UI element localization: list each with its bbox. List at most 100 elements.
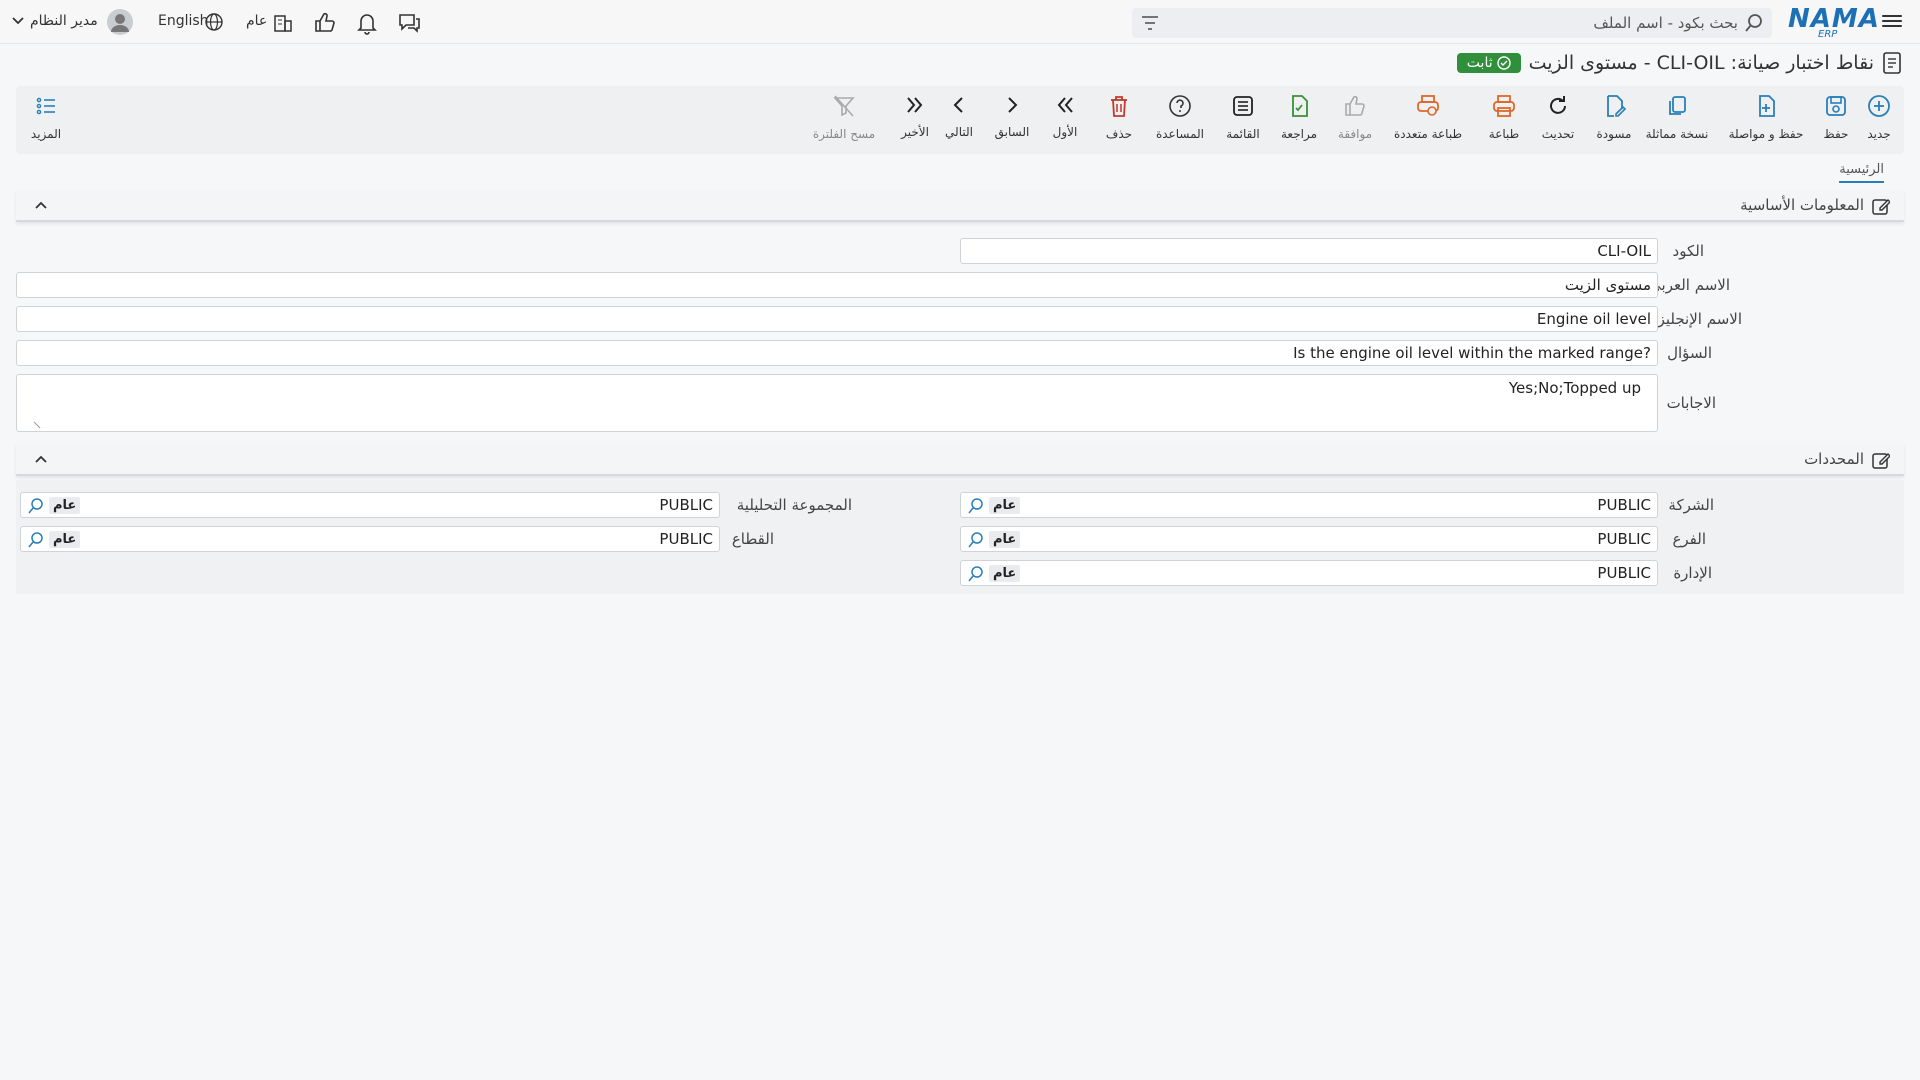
analysis-group-lookup[interactable]: PUBLIC عام xyxy=(20,492,720,518)
document-icon xyxy=(1883,52,1901,74)
answers-textarea[interactable]: Yes;No;Topped up xyxy=(16,374,1658,432)
search-icon xyxy=(1745,14,1762,32)
next-label: التالي xyxy=(945,125,973,139)
approve-button[interactable]: موافقة xyxy=(1334,94,1376,142)
list-button[interactable]: القائمة xyxy=(1222,94,1264,142)
previous-label: السابق xyxy=(994,125,1030,139)
status-badge-label: ثابت xyxy=(1466,55,1493,71)
previous-button[interactable]: السابق xyxy=(992,94,1032,140)
thumbs-up-icon[interactable] xyxy=(312,10,338,36)
sector-value: PUBLIC xyxy=(659,530,713,548)
clear-filter-button[interactable]: مسح الفلترة xyxy=(812,94,876,142)
multi-printer-icon xyxy=(1417,95,1439,116)
arabic-name-field[interactable]: مستوى الزيت xyxy=(16,272,1658,298)
chevron-up-icon[interactable] xyxy=(34,200,48,210)
department-tag: عام xyxy=(989,565,1021,582)
bell-icon[interactable] xyxy=(354,10,380,36)
sector-tag: عام xyxy=(49,531,81,548)
sector-label: القطاع xyxy=(731,530,774,548)
filter-icon[interactable] xyxy=(1140,14,1160,32)
analysis-group-value: PUBLIC xyxy=(659,496,713,514)
tabs: الرئيسية xyxy=(16,156,1904,186)
delete-label: حذف xyxy=(1105,127,1133,141)
lookup-search-icon[interactable] xyxy=(27,497,45,515)
resize-grip-icon[interactable] xyxy=(33,421,41,429)
building-icon[interactable] xyxy=(270,10,296,36)
search-box[interactable]: بحث بكود - اسم الملف xyxy=(1132,8,1772,38)
list-icon xyxy=(1233,96,1253,116)
branch-tag: عام xyxy=(989,531,1021,548)
dimensions-header[interactable]: المحددات xyxy=(16,444,1904,476)
tab-home[interactable]: الرئيسية xyxy=(1839,162,1884,183)
menu-icon[interactable] xyxy=(1882,12,1902,30)
top-bar: NAMA ERP بحث بكود - اسم الملف عام Englis… xyxy=(0,0,1920,44)
arabic-name-label: الاسم العربي xyxy=(1649,276,1730,294)
chevron-down-icon[interactable] xyxy=(12,16,24,26)
lookup-search-icon[interactable] xyxy=(967,531,985,549)
draft-button[interactable]: مسودة xyxy=(1592,94,1636,142)
last-button[interactable]: الأخير xyxy=(898,94,932,140)
english-name-field[interactable]: Engine oil level xyxy=(16,306,1658,332)
chevron-left-icon xyxy=(953,97,963,113)
code-field[interactable]: CLI-OIL xyxy=(960,238,1658,264)
save-continue-button[interactable]: حفظ و مواصلة xyxy=(1726,94,1806,142)
avatar[interactable] xyxy=(106,8,134,36)
review-button[interactable]: مراجعة xyxy=(1278,94,1320,142)
clear-filter-label: مسح الفلترة xyxy=(812,127,876,141)
delete-button[interactable]: حذف xyxy=(1102,94,1136,142)
lookup-search-icon[interactable] xyxy=(967,497,985,515)
status-badge: ثابت xyxy=(1456,53,1521,73)
user-menu[interactable]: مدير النظام xyxy=(30,13,98,29)
basic-info-header[interactable]: المعلومات الأساسية xyxy=(16,190,1904,222)
lookup-search-icon[interactable] xyxy=(967,565,985,583)
last-label: الأخير xyxy=(901,125,929,139)
logo-sub: ERP xyxy=(1818,29,1838,40)
language-switch[interactable]: English xyxy=(158,13,209,29)
department-lookup[interactable]: PUBLIC عام xyxy=(960,560,1658,586)
chevrons-double-icon xyxy=(1057,97,1073,113)
company-lookup[interactable]: PUBLIC عام xyxy=(960,492,1658,518)
analysis-group-tag: عام xyxy=(49,497,81,514)
chevron-up-icon[interactable] xyxy=(34,454,48,464)
refresh-label: تحديث xyxy=(1541,127,1575,141)
logo[interactable]: NAMA ERP xyxy=(1788,4,1879,40)
company-label: الشركة xyxy=(1668,496,1714,514)
chat-icon[interactable] xyxy=(396,10,422,36)
save-button[interactable]: حفظ xyxy=(1816,94,1856,142)
help-icon xyxy=(1169,95,1191,117)
duplicate-button[interactable]: نسخة مماثلة xyxy=(1644,94,1710,142)
copy-icon xyxy=(1669,96,1686,115)
duplicate-label: نسخة مماثلة xyxy=(1645,127,1709,141)
more-label: المزيد xyxy=(30,127,62,141)
file-check-icon xyxy=(1292,95,1308,117)
help-label: المساعدة xyxy=(1155,127,1205,141)
print-button[interactable]: طباعة xyxy=(1484,94,1524,142)
file-plus-icon xyxy=(1759,95,1775,117)
analysis-group-label: المجموعة التحليلية xyxy=(736,496,852,514)
new-button[interactable]: جديد xyxy=(1856,94,1902,142)
answers-value: Yes;No;Topped up xyxy=(1508,379,1641,397)
english-name-label: الاسم الإنجليزي xyxy=(1645,310,1742,328)
more-button[interactable]: المزيد xyxy=(26,94,66,142)
branch-lookup[interactable]: PUBLIC عام xyxy=(960,526,1658,552)
approve-label: موافقة xyxy=(1337,127,1373,141)
first-button[interactable]: الأول xyxy=(1048,94,1082,140)
review-label: مراجعة xyxy=(1280,127,1318,141)
refresh-button[interactable]: تحديث xyxy=(1538,94,1578,142)
new-label: جديد xyxy=(1867,127,1891,141)
help-button[interactable]: المساعدة xyxy=(1152,94,1208,142)
multi-print-button[interactable]: طباعة متعددة xyxy=(1390,94,1466,142)
question-field[interactable]: Is the engine oil level within the marke… xyxy=(16,340,1658,366)
branch-label: الفرع xyxy=(1672,530,1706,548)
next-button[interactable]: التالي xyxy=(942,94,976,140)
check-circle-icon xyxy=(1496,56,1511,70)
code-label: الكود xyxy=(1672,242,1704,260)
printer-icon xyxy=(1493,95,1515,117)
search-input[interactable]: بحث بكود - اسم الملف xyxy=(1593,14,1738,32)
sector-lookup[interactable]: PUBLIC عام xyxy=(20,526,720,552)
draft-label: مسودة xyxy=(1596,127,1632,141)
public-label[interactable]: عام xyxy=(246,13,267,29)
page-title-row: نقاط اختبار صيانة: CLI-OIL - مستوى الزيت… xyxy=(1456,48,1904,78)
edit-icon xyxy=(1872,453,1890,469)
lookup-search-icon[interactable] xyxy=(27,531,45,549)
